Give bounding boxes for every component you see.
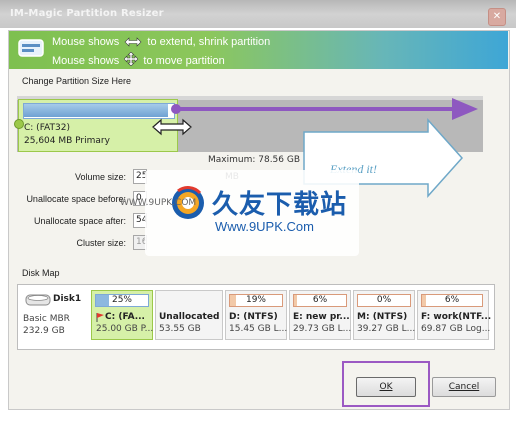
tip-extend: Mouse shows to extend, shrink partition bbox=[52, 36, 270, 48]
partition-cell[interactable]: Unallocated 53.55 GB bbox=[155, 290, 223, 340]
disk-resize-icon bbox=[18, 39, 44, 57]
partition-percent: 19% bbox=[245, 295, 266, 305]
partition-info: 39.27 GB L... bbox=[357, 324, 416, 334]
maximum-size-label: Maximum: 78.56 GB bbox=[208, 155, 301, 165]
partition-name: E: new pr... bbox=[293, 312, 350, 322]
usage-fill bbox=[422, 295, 426, 306]
resize-group-label: Change Partition Size Here bbox=[22, 76, 132, 86]
watermark-url: Www.9UPK.Com bbox=[215, 219, 314, 234]
partition-info: 69.87 GB Log... bbox=[421, 324, 491, 334]
disk-size: 232.9 GB bbox=[23, 326, 65, 336]
tip-move-rest: to move partition bbox=[143, 55, 225, 67]
partition-name: C: (FAT32) bbox=[24, 123, 70, 133]
cancel-button[interactable]: Cancel bbox=[432, 377, 496, 397]
resize-horizontal-icon bbox=[124, 37, 142, 47]
usage-fill bbox=[96, 295, 109, 306]
partition-usage-bar: 6% bbox=[293, 294, 347, 307]
watermark-title: 久友下载站 bbox=[212, 190, 348, 220]
partition-name: F: work(NTF... bbox=[421, 312, 492, 322]
partition-percent: 25% bbox=[111, 295, 132, 305]
partition-usage-bar: 6% bbox=[421, 294, 483, 307]
flag-icon bbox=[96, 313, 104, 322]
resize-left-handle[interactable] bbox=[14, 119, 24, 129]
partition-usage-fill bbox=[24, 104, 168, 117]
partition-name: D: (NTFS) bbox=[229, 312, 278, 322]
volume-size-label: Volume size: bbox=[74, 172, 126, 182]
tip-extend-lead: Mouse shows bbox=[52, 36, 120, 48]
partition-info: 53.55 GB bbox=[159, 324, 201, 334]
disk-type: Basic MBR bbox=[23, 314, 70, 324]
resize-cursor-icon bbox=[152, 118, 192, 136]
unalloc-after-label: Unallocate space after: bbox=[33, 216, 126, 226]
window-title: IM-Magic Partition Resizer bbox=[10, 8, 164, 19]
partition-usage-bar: 0% bbox=[357, 294, 411, 307]
hard-disk-icon bbox=[25, 294, 51, 306]
usage-fill bbox=[294, 295, 297, 306]
watermark-small-url: WWW.9UPK.COM bbox=[120, 198, 197, 208]
partition-percent: 0% bbox=[376, 295, 392, 305]
disk-name: Disk1 bbox=[53, 294, 82, 304]
disk-map-label: Disk Map bbox=[22, 268, 60, 278]
partition-name: Unallocated bbox=[159, 312, 220, 322]
tip-move: Mouse shows to move partition bbox=[52, 52, 225, 67]
partition-cell[interactable]: 19% D: (NTFS) 15.45 GB L... bbox=[225, 290, 287, 340]
partition-percent: 6% bbox=[444, 295, 460, 305]
partition-percent: 6% bbox=[312, 295, 328, 305]
ok-button[interactable]: OK bbox=[356, 377, 416, 397]
partition-cell[interactable]: 25% C: (FA... 25.00 GB P... bbox=[91, 290, 153, 340]
partition-name: M: (NTFS) bbox=[357, 312, 408, 322]
cluster-size-label: Cluster size: bbox=[76, 238, 126, 248]
unalloc-before-label: Unallocate space before: bbox=[26, 194, 126, 204]
partition-name: C: (FA... bbox=[105, 312, 145, 322]
tip-extend-rest: to extend, shrink partition bbox=[147, 36, 271, 48]
tip-move-lead: Mouse shows bbox=[52, 55, 120, 67]
partition-usage-bar: 19% bbox=[229, 294, 283, 307]
close-button[interactable]: ✕ bbox=[488, 8, 506, 26]
move-cross-icon bbox=[124, 52, 139, 66]
partition-info: 29.73 GB L... bbox=[293, 324, 352, 334]
partition-detail: 25,604 MB Primary bbox=[24, 136, 110, 146]
partition-cell[interactable]: 6% F: work(NTF... 69.87 GB Log... bbox=[417, 290, 492, 340]
partition-cell[interactable]: 6% E: new pr... 29.73 GB L... bbox=[289, 290, 351, 340]
usage-fill bbox=[230, 295, 236, 306]
partition-info: 25.00 GB P... bbox=[96, 324, 154, 334]
partition-cell[interactable]: 0% M: (NTFS) 39.27 GB L... bbox=[353, 290, 415, 340]
partition-usage-bar: 25% bbox=[95, 294, 149, 307]
partition-info: 15.45 GB L... bbox=[229, 324, 288, 334]
